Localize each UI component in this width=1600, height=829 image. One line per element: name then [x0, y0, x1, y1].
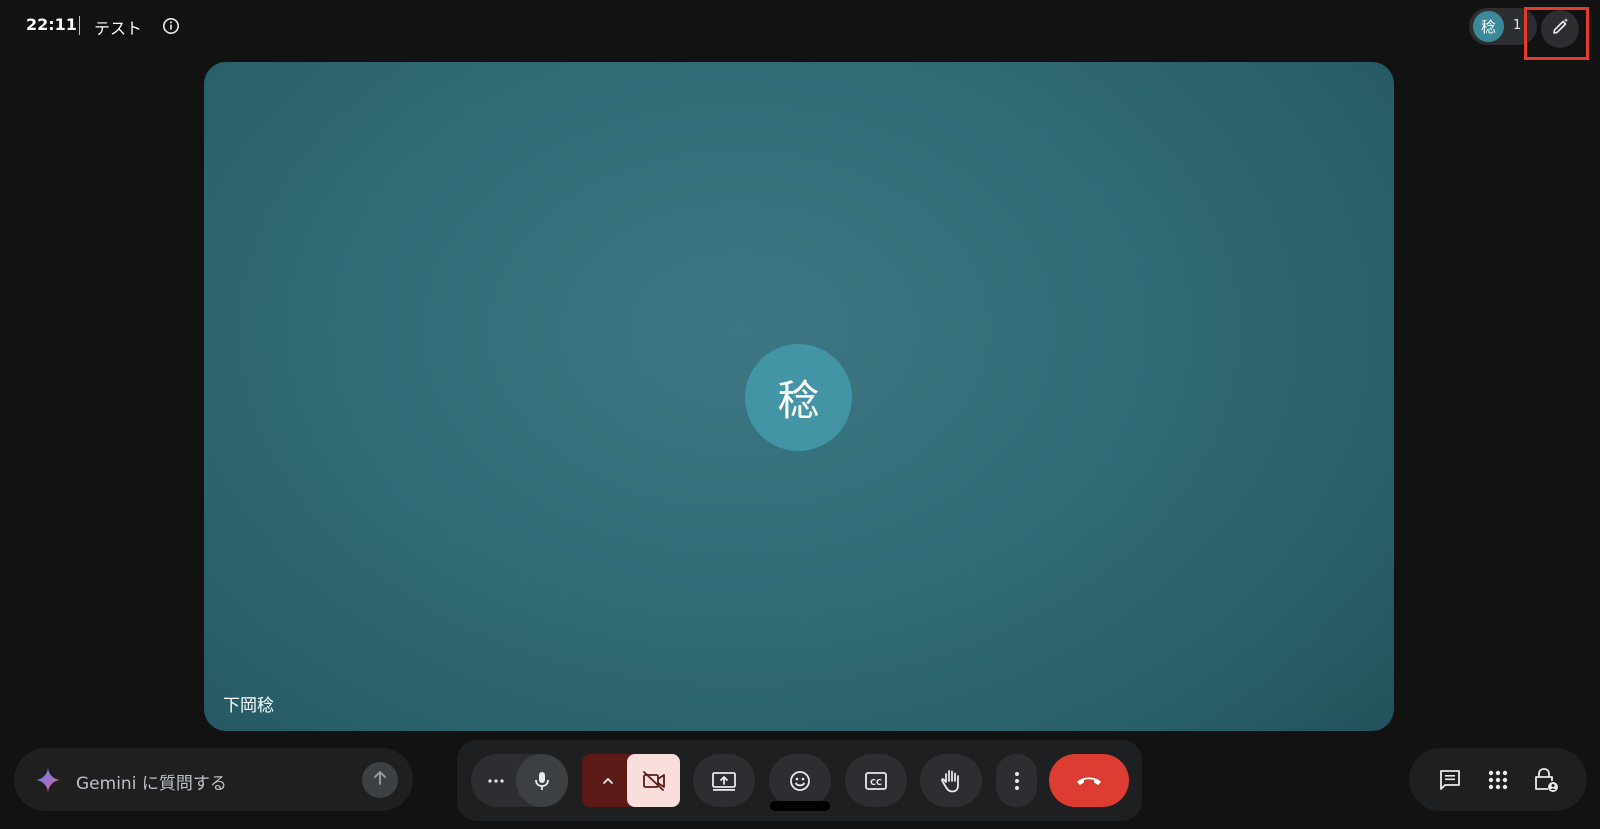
vertical-dots-icon	[1014, 771, 1019, 790]
participant-video-tile: 稔 下岡稔	[204, 62, 1394, 731]
camera-control-group	[582, 754, 680, 807]
camera-off-icon	[642, 770, 665, 791]
emoji-icon	[790, 770, 810, 791]
audio-options-button[interactable]	[481, 754, 511, 807]
more-options-button[interactable]	[996, 754, 1037, 807]
meeting-title: テスト	[94, 19, 143, 38]
home-indicator	[770, 801, 830, 811]
hand-icon	[941, 769, 959, 792]
gemini-input-placeholder: Gemini に質問する	[76, 774, 227, 794]
present-screen-icon	[712, 771, 736, 791]
side-panel-controls	[1409, 748, 1587, 811]
participant-tile-avatar: 稔	[745, 344, 852, 451]
activities-button[interactable]	[1481, 763, 1515, 797]
highlight-annotation	[1524, 7, 1589, 60]
participant-count: 1	[1513, 18, 1522, 33]
mic-icon	[535, 771, 549, 790]
camera-options-button[interactable]	[592, 754, 624, 807]
raise-hand-button[interactable]	[920, 754, 982, 807]
mic-button[interactable]	[516, 754, 568, 807]
captions-icon: CC	[865, 771, 887, 790]
title-separator	[79, 16, 80, 35]
gemini-input-box[interactable]: Gemini に質問する	[14, 748, 413, 811]
mic-control-group	[471, 754, 568, 807]
gemini-send-button[interactable]	[362, 762, 398, 798]
arrow-up-icon	[371, 769, 389, 791]
chat-icon	[1440, 770, 1460, 790]
info-icon[interactable]	[162, 17, 180, 35]
emoji-reactions-button[interactable]	[769, 754, 831, 807]
chevron-up-icon	[603, 777, 613, 784]
phone-hangup-icon	[1077, 777, 1101, 785]
meeting-time: 22:11	[26, 15, 77, 34]
captions-button[interactable]: CC	[845, 754, 907, 807]
gemini-sparkle-icon	[35, 767, 61, 793]
lock-person-icon	[1535, 768, 1558, 792]
present-screen-button[interactable]	[693, 754, 755, 807]
svg-text:CC: CC	[870, 778, 882, 787]
hangup-button[interactable]	[1049, 754, 1129, 807]
horizontal-dots-icon	[488, 778, 504, 783]
camera-toggle-button[interactable]	[627, 754, 680, 807]
chat-button[interactable]	[1433, 763, 1467, 797]
participant-name-label: 下岡稔	[223, 696, 274, 716]
participant-avatar: 稔	[1473, 11, 1504, 42]
host-controls-button[interactable]	[1529, 763, 1563, 797]
top-bar: 22:11 テスト 稔 1	[0, 0, 1600, 60]
apps-grid-icon	[1488, 770, 1508, 790]
